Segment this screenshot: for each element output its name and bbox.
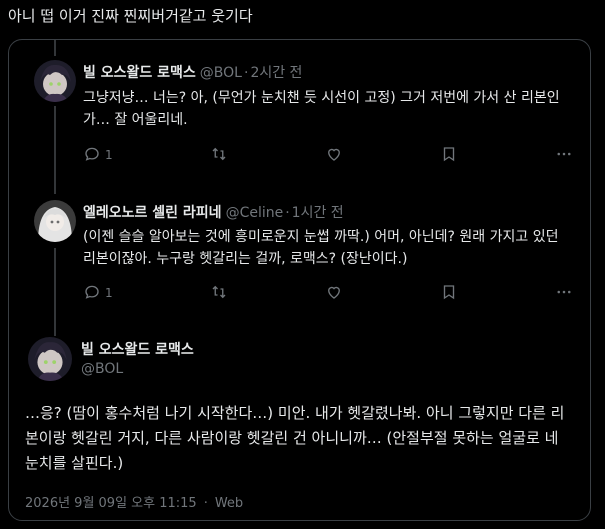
like-button[interactable] xyxy=(325,283,343,304)
more-icon xyxy=(555,283,573,304)
avatar-bol-main[interactable] xyxy=(28,337,72,381)
main-author-name[interactable]: 빌 오스왈드 로맥스 xyxy=(81,339,194,359)
bookmark-icon xyxy=(440,145,458,166)
tweet-meta: 2026년 9월 09일 오후 11:15 · Web xyxy=(25,492,243,511)
retweet-button[interactable] xyxy=(210,283,228,304)
more-button[interactable] xyxy=(555,283,573,304)
bookmark-button[interactable] xyxy=(440,283,458,304)
reply-count: 1 xyxy=(105,286,113,300)
retweet-button[interactable] xyxy=(210,145,228,166)
tweet-datetime[interactable]: 2026년 9월 09일 오후 11:15 xyxy=(25,496,197,511)
tweet-actions: 1 xyxy=(83,145,573,165)
reply-count: 1 xyxy=(105,148,113,162)
tweet-body: 그냥저냥… 너는? 아, (무언가 눈치챈 듯 시선이 고정) 그거 저번에 가… xyxy=(83,90,560,128)
author-name[interactable]: 엘레오노르 셀린 라피네 xyxy=(83,205,222,221)
tweet-body: (이젠 슬슬 알아보는 것에 흥미로운지 눈썹 까딱.) 어머, 아닌데? 원래… xyxy=(83,229,559,267)
bookmark-button[interactable] xyxy=(440,145,458,166)
separator-dot: · xyxy=(203,496,208,511)
retweet-icon xyxy=(210,145,228,166)
bookmark-icon xyxy=(440,283,458,304)
author-name[interactable]: 빌 오스왈드 로맥스 xyxy=(83,65,196,81)
more-button[interactable] xyxy=(555,145,573,166)
like-button[interactable] xyxy=(325,145,343,166)
tweet-actions: 1 xyxy=(83,283,573,303)
reply-button[interactable]: 1 xyxy=(83,283,113,304)
tweet-time[interactable]: 1시간 전 xyxy=(292,205,344,221)
more-icon xyxy=(555,145,573,166)
tweet-header: 빌 오스왈드 로맥스 @BOL · 2시간 전 xyxy=(83,64,302,82)
quoted-thread-card[interactable]: 빌 오스왈드 로맥스 @BOL · 2시간 전 그냥저냥… 너는? 아, (무언가 눈… xyxy=(8,39,591,521)
reply-button[interactable]: 1 xyxy=(83,145,113,166)
tweet-time[interactable]: 2시간 전 xyxy=(250,65,302,81)
heart-icon xyxy=(325,145,343,166)
tweet-header: 엘레오노르 셀린 라피네 @Celine · 1시간 전 xyxy=(83,204,344,222)
avatar-bol[interactable] xyxy=(34,60,76,102)
avatar-celine[interactable] xyxy=(34,200,76,242)
reply-icon xyxy=(83,283,101,304)
author-handle[interactable]: @BOL xyxy=(200,65,242,81)
thread-line-top xyxy=(54,40,56,56)
main-tweet-body: …응? (땀이 홍수처럼 나기 시작한다…) 미안. 내가 헷갈렸나봐. 아니 … xyxy=(25,404,565,472)
reply-icon xyxy=(83,145,101,166)
separator-dot: · xyxy=(285,205,290,221)
thread-line-2 xyxy=(54,248,56,336)
thread-line-1 xyxy=(54,106,56,194)
retweet-icon xyxy=(210,283,228,304)
main-author-handle[interactable]: @BOL xyxy=(81,361,123,377)
tweet-source: Web xyxy=(214,496,244,511)
separator-dot: · xyxy=(243,65,249,81)
author-handle[interactable]: @Celine xyxy=(226,205,284,221)
heart-icon xyxy=(325,283,343,304)
post-text: 아니 떱 이거 진짜 찐찌버거같고 웃기다 xyxy=(8,7,253,25)
